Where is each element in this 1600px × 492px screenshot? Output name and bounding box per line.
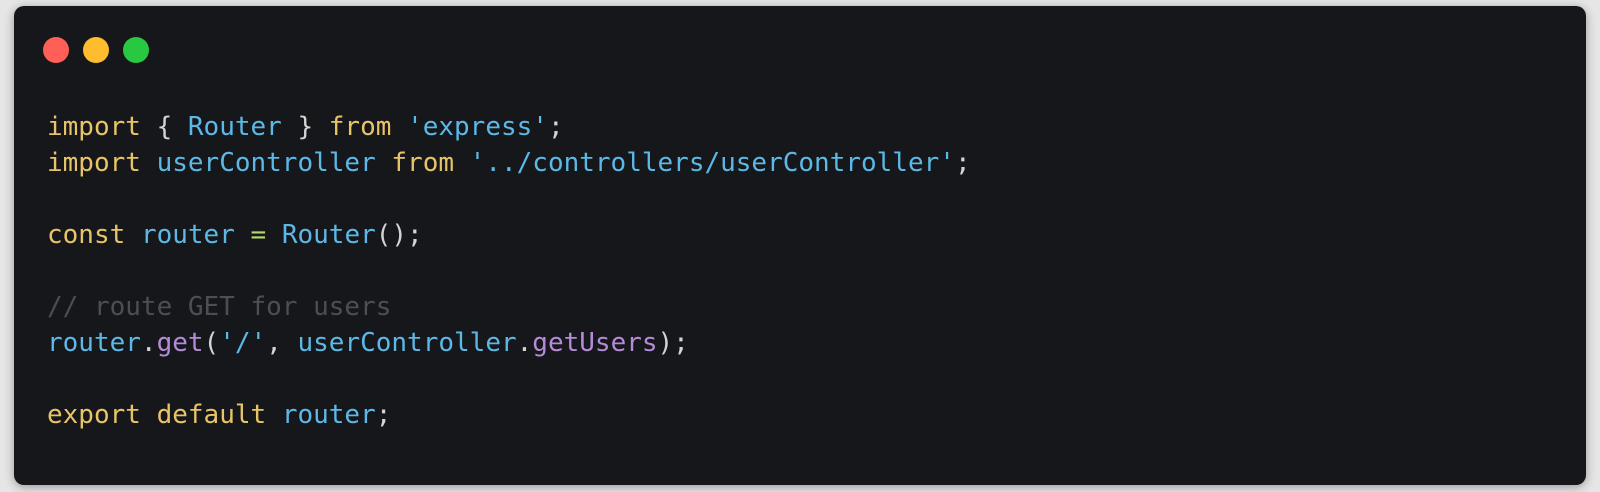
- code-token: {: [140, 112, 188, 142]
- code-token: 'express': [407, 112, 548, 142]
- code-token: default: [156, 400, 267, 430]
- maximize-dot-icon[interactable]: [123, 37, 149, 63]
- code-token: from: [328, 112, 392, 142]
- code-line: import userController from '../controlle…: [47, 145, 971, 181]
- code-token: router: [47, 328, 141, 358]
- code-token: }: [281, 112, 329, 142]
- code-token: ;: [375, 400, 392, 430]
- code-token: );: [657, 328, 689, 358]
- close-dot-icon[interactable]: [43, 37, 69, 63]
- code-line: // route GET for users: [47, 289, 971, 325]
- code-token: '../controllers/userController': [469, 148, 955, 178]
- code-token: from: [391, 148, 455, 178]
- code-token: .: [140, 328, 157, 358]
- code-line: const router = Router();: [47, 217, 971, 253]
- code-token: ;: [547, 112, 564, 142]
- code-token: getUsers: [532, 328, 658, 358]
- code-token: router: [140, 220, 235, 250]
- code-token: .: [516, 328, 533, 358]
- code-token: userController: [297, 328, 517, 358]
- code-line: export default router;: [47, 397, 971, 433]
- code-token: get: [156, 328, 204, 358]
- minimize-dot-icon[interactable]: [83, 37, 109, 63]
- code-token: ();: [375, 220, 423, 250]
- code-token: import: [47, 112, 141, 142]
- code-token: ;: [954, 148, 971, 178]
- code-line: router.get('/', userController.getUsers)…: [47, 325, 971, 361]
- code-token: userController: [156, 148, 376, 178]
- code-token: const: [47, 220, 126, 250]
- code-block: import { Router } from 'express'; import …: [47, 109, 971, 433]
- code-window: import { Router } from 'express'; import …: [14, 6, 1586, 485]
- code-token: router: [281, 400, 376, 430]
- code-token: import: [47, 148, 141, 178]
- code-token: =: [250, 220, 267, 250]
- code-token: Router: [187, 112, 282, 142]
- code-token: export: [47, 400, 141, 430]
- code-line: import { Router } from 'express';: [47, 109, 971, 145]
- code-token: '/': [219, 328, 267, 358]
- code-token: // route GET for users: [47, 292, 392, 322]
- code-token: Router: [281, 220, 376, 250]
- code-token: (: [203, 328, 220, 358]
- code-token: ,: [266, 328, 298, 358]
